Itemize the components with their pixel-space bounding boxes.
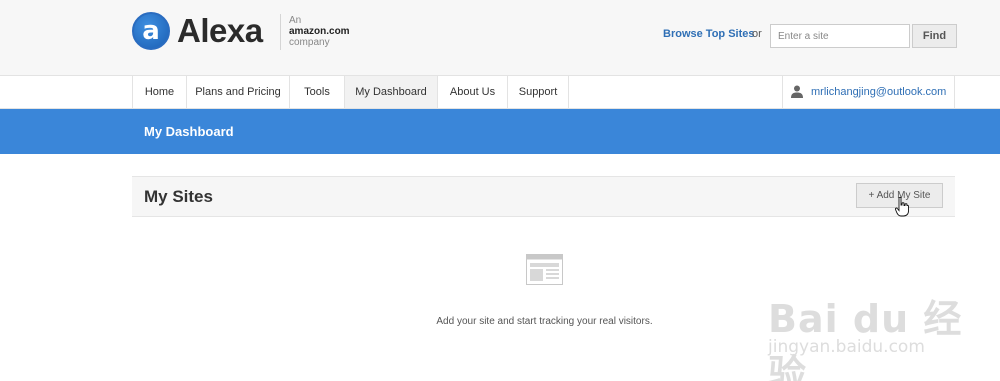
amazon-company-tag: An amazon.com company — [289, 16, 350, 48]
top-header: a Alexa An amazon.com company Browse Top… — [0, 0, 1000, 76]
hand-cursor-icon — [895, 197, 909, 217]
main-nav: Home Plans and Pricing Tools My Dashboar… — [0, 76, 1000, 109]
amazon-an: An — [289, 15, 302, 26]
alexa-logo-icon[interactable]: a — [132, 12, 170, 50]
amazon-company: company — [289, 37, 330, 48]
alexa-logo-text[interactable]: Alexa — [177, 12, 263, 50]
user-email[interactable]: mrlichangjing@outlook.com — [811, 76, 946, 108]
nav-item-my-dashboard[interactable]: My Dashboard — [345, 76, 438, 108]
dashboard-banner: My Dashboard — [0, 109, 1000, 154]
baidu-watermark-logo: Bai du 经验 — [768, 297, 963, 381]
nav-items: Home Plans and Pricing Tools My Dashboar… — [132, 76, 569, 108]
my-sites-panel: My Sites + Add My Site — [132, 176, 955, 217]
user-account[interactable]: mrlichangjing@outlook.com — [782, 76, 955, 108]
website-placeholder-icon — [526, 254, 563, 285]
amazon-brand: amazon.com — [289, 26, 350, 37]
site-search-input[interactable] — [770, 24, 910, 48]
user-icon — [791, 85, 803, 98]
find-button[interactable]: Find — [912, 24, 957, 48]
nav-item-support[interactable]: Support — [508, 76, 569, 108]
my-sites-heading: My Sites — [144, 187, 213, 206]
logo-divider — [280, 14, 281, 50]
alexa-logo-letter: a — [142, 16, 160, 46]
nav-item-plans-and-pricing[interactable]: Plans and Pricing — [187, 76, 290, 108]
nav-item-home[interactable]: Home — [133, 76, 187, 108]
nav-item-about-us[interactable]: About Us — [438, 76, 508, 108]
or-text: or — [752, 28, 762, 40]
nav-item-tools[interactable]: Tools — [290, 76, 345, 108]
page-title: My Dashboard — [144, 124, 234, 139]
browse-top-sites-link[interactable]: Browse Top Sites — [663, 28, 754, 40]
baidu-watermark-url: jingyan.baidu.com — [768, 337, 925, 357]
